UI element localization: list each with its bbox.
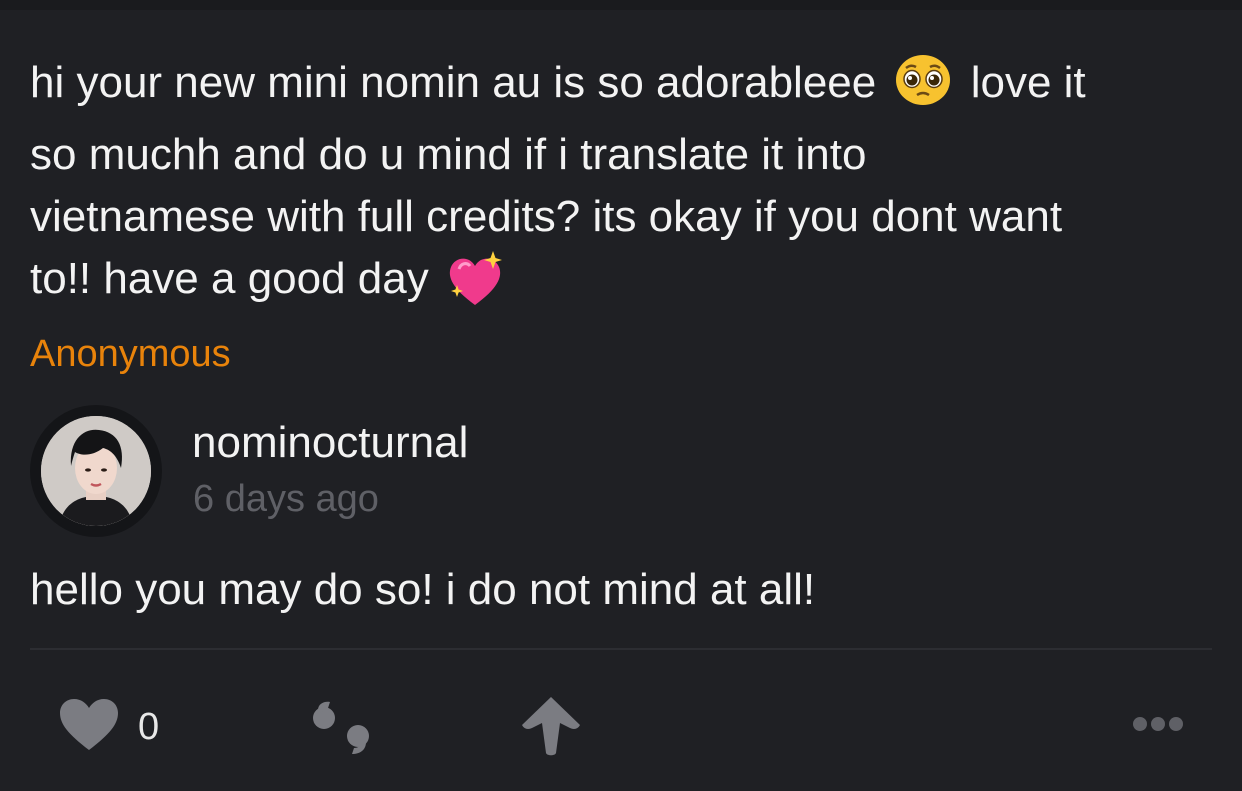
avatar-photo <box>41 416 151 526</box>
heart-icon <box>58 698 120 757</box>
answer-text: hello you may do so! i do not mind at al… <box>30 565 816 614</box>
sparkling-heart-emoji-icon <box>445 249 507 326</box>
quote-reply-button[interactable] <box>306 700 376 761</box>
quote-icon <box>306 700 376 761</box>
question-line-1a: hi your new mini nomin au is so adorable… <box>30 58 877 107</box>
like-count: 0 <box>138 706 160 748</box>
question-line-2: so muchh and do u mind if i translate it… <box>30 130 867 179</box>
ask-post-screen: hi your new mini nomin au is so adorable… <box>0 0 1242 791</box>
answerer-blog-name[interactable]: nominocturnal <box>192 418 468 468</box>
question-line-4: to!! have a good day <box>30 254 429 303</box>
question-line-1b: love it <box>970 58 1086 107</box>
footer-divider <box>30 648 1212 650</box>
pleading-face-emoji-icon <box>894 53 952 124</box>
more-dots-icon <box>1130 714 1186 739</box>
top-divider-strip <box>0 0 1242 10</box>
boost-button[interactable] <box>520 695 582 762</box>
question-line-3: vietnamese with full credits? its okay i… <box>30 192 1063 241</box>
like-button[interactable]: 0 <box>58 698 159 757</box>
asker-name[interactable]: Anonymous <box>30 333 231 376</box>
ask-question: hi your new mini nomin au is so adorable… <box>30 52 1200 326</box>
boost-arrow-icon <box>520 695 582 762</box>
post-timestamp: 6 days ago <box>193 478 379 520</box>
more-options-button[interactable] <box>1130 714 1186 739</box>
avatar[interactable] <box>30 405 162 537</box>
